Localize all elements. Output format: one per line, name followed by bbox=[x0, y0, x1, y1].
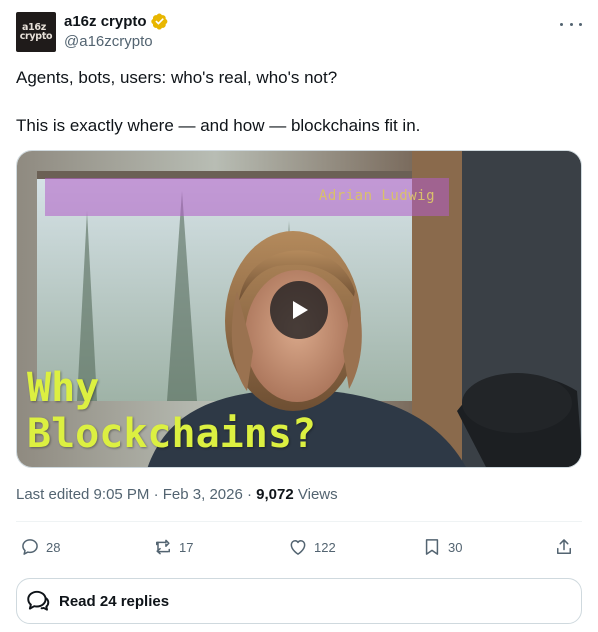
display-name[interactable]: a16z crypto bbox=[64, 13, 147, 30]
share-icon bbox=[557, 539, 571, 554]
name-row: a16z crypto bbox=[64, 13, 168, 30]
meta-separator: · bbox=[247, 486, 252, 503]
reply-icon bbox=[22, 539, 38, 555]
bookmark-count: 30 bbox=[448, 539, 463, 555]
like-button[interactable]: 122 bbox=[288, 528, 336, 566]
like-count: 122 bbox=[314, 539, 336, 555]
divider bbox=[16, 521, 582, 522]
bookmark-button[interactable]: 30 bbox=[422, 528, 462, 566]
read-replies-label: Read 24 replies bbox=[59, 592, 170, 610]
reply-button[interactable]: 28 bbox=[20, 528, 60, 566]
dot bbox=[579, 22, 582, 26]
user-handle[interactable]: @a16zcrypto bbox=[64, 33, 153, 50]
read-replies-button[interactable]: Read 24 replies bbox=[16, 578, 582, 624]
avatar-text-line2: crypto bbox=[19, 31, 53, 42]
share-button[interactable] bbox=[554, 528, 574, 566]
caption-line1: Why bbox=[27, 365, 100, 411]
dot bbox=[560, 22, 563, 26]
avatar[interactable]: a16z crypto bbox=[16, 12, 56, 52]
dot bbox=[569, 22, 573, 26]
edited-timestamp[interactable]: Last edited 9:05 PM bbox=[16, 486, 149, 503]
tweet-date[interactable]: Feb 3, 2026 bbox=[163, 486, 243, 503]
verified-badge-icon bbox=[150, 13, 167, 30]
play-button[interactable] bbox=[270, 281, 328, 339]
repost-button[interactable]: 17 bbox=[153, 528, 193, 566]
views-label: Views bbox=[297, 486, 338, 503]
repost-icon bbox=[156, 539, 170, 555]
video-caption: Why Blockchains? bbox=[27, 365, 316, 457]
caption-line2: Blockchains? bbox=[27, 411, 316, 457]
tweet-text-line2: This is exactly where — and how — blockc… bbox=[16, 116, 421, 135]
video-player[interactable]: Adrian Ludwig Why Blockchains? bbox=[16, 150, 582, 468]
speaker-name: Adrian Ludwig bbox=[318, 188, 435, 204]
bookmark-icon bbox=[425, 539, 439, 555]
name-lower-third: Adrian Ludwig bbox=[45, 178, 449, 216]
views-count: 9,072 bbox=[256, 486, 294, 503]
tweet-header: a16z crypto a16z crypto @a16zcrypto bbox=[16, 12, 582, 56]
ellipsis-icon[interactable] bbox=[560, 14, 582, 34]
reply-count: 28 bbox=[46, 539, 61, 555]
heart-icon bbox=[290, 540, 306, 555]
play-icon bbox=[293, 301, 308, 319]
tweet-text-line1: Agents, bots, users: who's real, who's n… bbox=[16, 68, 338, 87]
tweet-meta: Last edited 9:05 PM · Feb 3, 2026 · 9,07… bbox=[16, 486, 338, 503]
repost-count: 17 bbox=[179, 539, 194, 555]
conversation-icon bbox=[27, 590, 50, 611]
tweet-text: Agents, bots, users: who's real, who's n… bbox=[16, 66, 582, 138]
meta-separator: · bbox=[153, 486, 159, 503]
action-bar: 28 17 122 30 bbox=[16, 528, 582, 566]
